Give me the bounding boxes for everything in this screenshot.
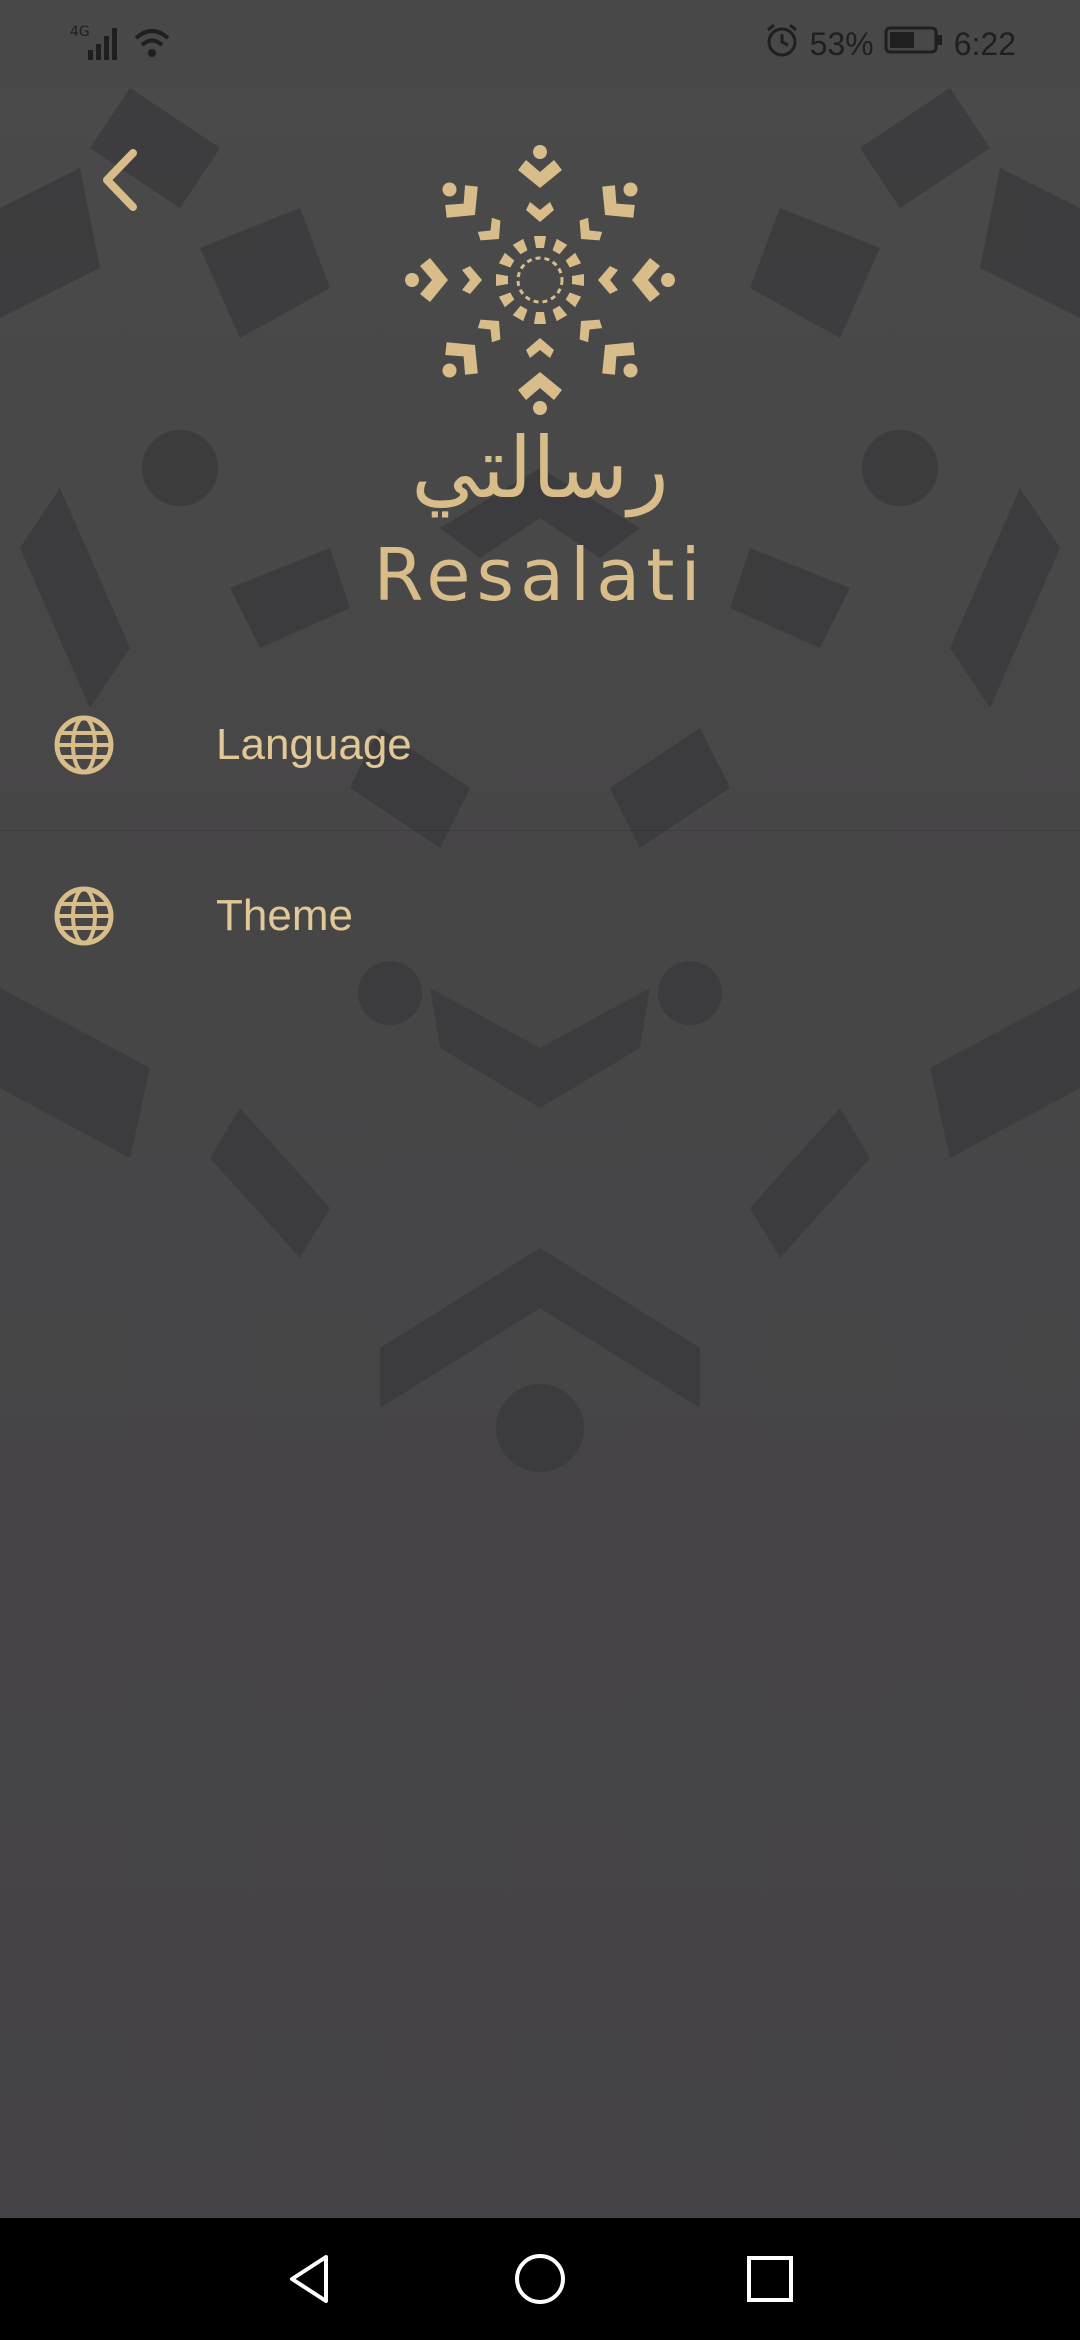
menu-item-language[interactable]: Language: [0, 660, 1080, 830]
status-left: 4G: [68, 22, 172, 66]
menu-item-label: Language: [216, 720, 412, 769]
nav-recents-button[interactable]: [710, 2218, 830, 2340]
chevron-left-icon: [103, 149, 137, 211]
settings-menu: Language Theme: [0, 660, 1080, 1001]
recents-square-icon: [747, 2256, 793, 2302]
alarm-icon: [764, 22, 800, 66]
battery-percent: 53%: [809, 25, 874, 62]
status-time: 6:22: [953, 25, 1016, 62]
battery-icon: [884, 25, 944, 63]
settings-screen: 4G 53% 6:22 رسالتي Resalati Language The…: [0, 0, 1080, 2340]
globe-icon: [54, 886, 114, 946]
home-circle-icon: [515, 2254, 565, 2304]
nav-home-button[interactable]: [480, 2218, 600, 2340]
menu-item-theme[interactable]: Theme: [0, 830, 1080, 1001]
nav-back-button[interactable]: [250, 2218, 370, 2340]
resalati-logo-emblem: [405, 145, 675, 415]
system-nav-bar: [0, 2218, 1080, 2340]
status-bar: 4G 53% 6:22: [0, 0, 1080, 88]
status-right: 53% 6:22: [764, 22, 1016, 66]
menu-item-label: Theme: [216, 891, 353, 940]
cellular-signal-icon: 4G: [68, 20, 124, 69]
logo-arabic-text: رسالتي: [411, 419, 669, 517]
logo-latin-text: Resalati: [373, 533, 707, 617]
globe-icon: [54, 715, 114, 775]
svg-text:4G: 4G: [70, 24, 90, 40]
back-button[interactable]: [80, 140, 160, 220]
wifi-icon: [132, 22, 172, 67]
back-triangle-icon: [290, 2255, 328, 2303]
